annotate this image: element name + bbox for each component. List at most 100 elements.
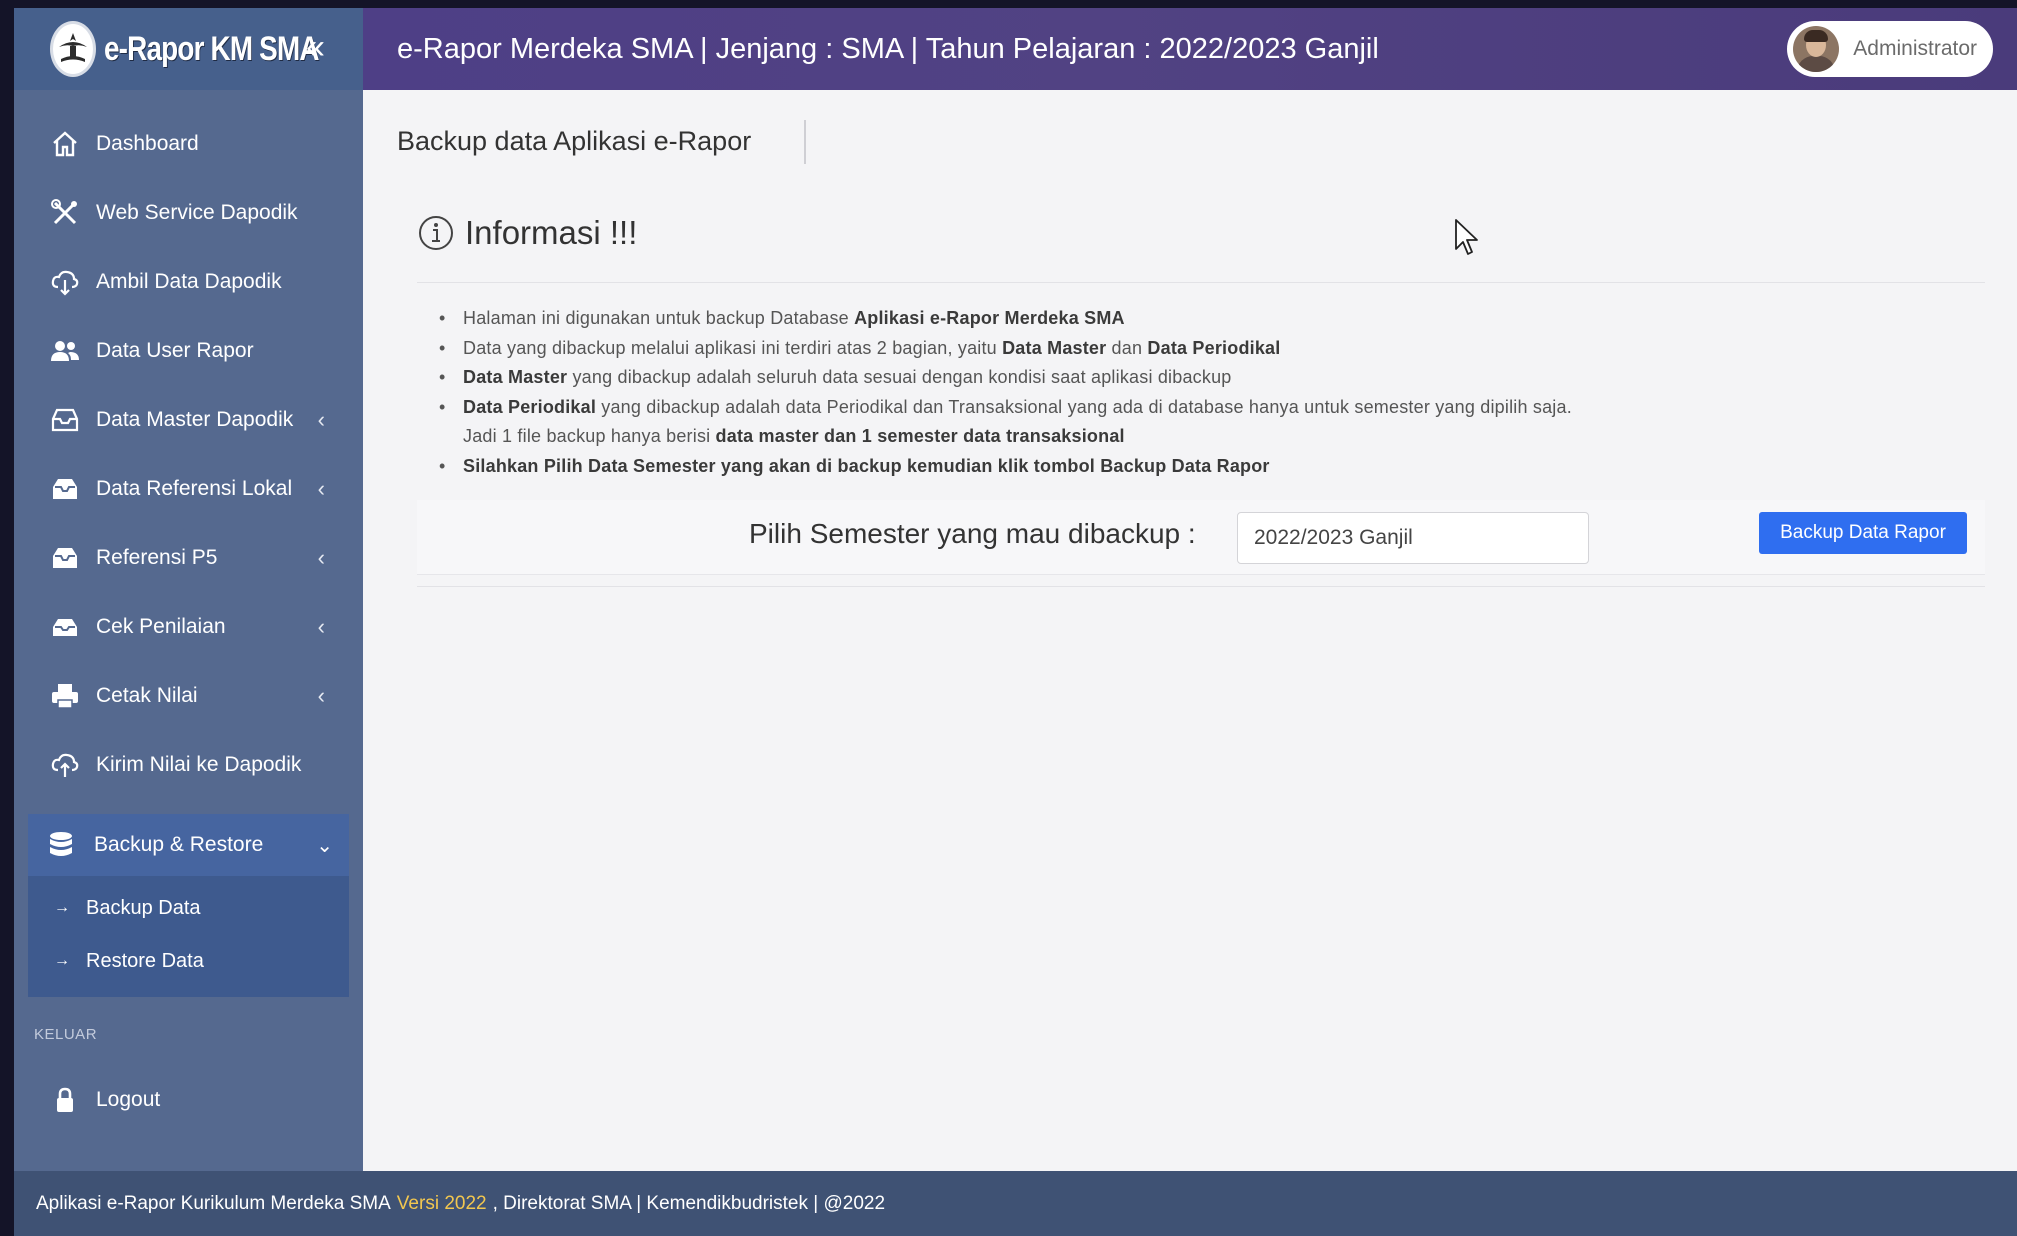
- sidebar-item-ambil-data-dapodik[interactable]: Ambil Data Dapodik: [14, 250, 363, 314]
- user-name: Administrator: [1853, 37, 1977, 60]
- sidebar-subitem-label: Restore Data: [86, 949, 204, 972]
- top-bar: e-Rapor KM SMA « e-Rapor Merdeka SMA | J…: [14, 8, 2017, 90]
- sidebar-item-label: Backup & Restore: [94, 833, 264, 856]
- tools-icon: [48, 196, 82, 230]
- divider: [417, 586, 1985, 587]
- info-list-item: • Halaman ini digunakan untuk backup Data…: [439, 304, 1979, 334]
- sidebar-item-label: Cetak Nilai: [96, 684, 198, 707]
- sidebar: Dashboard Web Service Dapodik Ambil Data…: [14, 90, 363, 1171]
- info-text: Halaman ini digunakan untuk backup Datab…: [463, 308, 855, 328]
- bullet-icon: •: [439, 367, 446, 387]
- inbox-icon: [48, 472, 82, 506]
- footer-version: Versi 2022: [396, 1192, 487, 1214]
- semester-label: Pilih Semester yang mau dibackup :: [749, 518, 1196, 549]
- info-list-item: • Silahkan Pilih Data Semester yang akan …: [439, 452, 1979, 482]
- arrow-right-icon: →: [54, 899, 70, 916]
- bullet-icon: •: [439, 308, 446, 328]
- sidebar-item-web-service-dapodik[interactable]: Web Service Dapodik: [14, 181, 363, 245]
- database-icon: [46, 828, 80, 862]
- sidebar-item-referensi-p5[interactable]: Referensi P5 ‹: [14, 526, 363, 590]
- info-bold-text: Data Periodikal: [1147, 337, 1281, 358]
- chevron-left-icon: ‹: [317, 614, 325, 639]
- chevron-left-icon: ‹: [317, 407, 325, 432]
- sidebar-item-label: Cek Penilaian: [96, 615, 226, 638]
- info-icon: [419, 216, 453, 250]
- main-content: Backup data Aplikasi e-Rapor Informasi !…: [363, 90, 2017, 1171]
- inbox-icon: [48, 610, 82, 644]
- collapse-sidebar-icon[interactable]: «: [306, 26, 325, 68]
- inbox-icon: [48, 403, 82, 437]
- info-text: yang dibackup adalah data Periodikal dan…: [596, 396, 1572, 417]
- info-bold-text: data master dan 1 semester data transaks…: [715, 426, 1125, 446]
- sidebar-item-backup-restore[interactable]: Backup & Restore ⌄: [28, 814, 349, 876]
- home-icon: [48, 127, 82, 161]
- printer-icon: [48, 679, 82, 713]
- sidebar-item-label: Kirim Nilai ke Dapodik: [96, 753, 302, 776]
- cloud-download-icon: [48, 265, 82, 299]
- backup-form: Pilih Semester yang mau dibackup : Backu…: [417, 500, 1985, 574]
- sidebar-item-label: Referensi P5: [96, 546, 218, 569]
- logo-text: e-Rapor KM SMA: [104, 29, 319, 68]
- info-bold-text: Silahkan Pilih Data Semester yang akan d…: [463, 455, 1270, 476]
- brand-area: e-Rapor KM SMA «: [14, 8, 363, 90]
- users-icon: [48, 334, 82, 368]
- sidebar-subitem-label: Backup Data: [86, 896, 201, 919]
- sidebar-item-label: Data Master Dapodik: [96, 408, 294, 431]
- chevron-left-icon: ‹: [317, 683, 325, 708]
- section-header-keluar: KELUAR: [34, 1026, 98, 1043]
- sidebar-subitem-backup-data[interactable]: → Backup Data: [28, 882, 349, 934]
- chevron-left-icon: ‹: [317, 545, 325, 570]
- info-title: Informasi !!!: [465, 214, 638, 251]
- chevron-left-icon: ‹: [317, 476, 325, 501]
- sidebar-item-label: Data User Rapor: [96, 339, 254, 362]
- sidebar-item-label: Data Referensi Lokal: [96, 477, 293, 500]
- sidebar-item-label: Web Service Dapodik: [96, 201, 298, 224]
- bullet-icon: •: [439, 455, 446, 476]
- sidebar-item-data-user-rapor[interactable]: Data User Rapor: [14, 319, 363, 383]
- divider: [417, 282, 1985, 283]
- info-bold-text: Data Periodikal: [463, 396, 597, 417]
- footer: Aplikasi e-Rapor Kurikulum Merdeka SMA V…: [14, 1171, 2017, 1236]
- user-menu[interactable]: Administrator: [1787, 21, 1993, 77]
- sidebar-item-dashboard[interactable]: Dashboard: [14, 112, 363, 176]
- lock-icon: [48, 1083, 82, 1117]
- semester-select[interactable]: [1237, 512, 1589, 564]
- info-list-item: • Data Master yang dibackup adalah seluru…: [439, 363, 1979, 393]
- sidebar-item-data-referensi-lokal[interactable]: Data Referensi Lokal ‹: [14, 457, 363, 521]
- info-list-item: • Data Periodikal yang dibackup adalah da…: [439, 393, 1979, 452]
- inbox-icon: [48, 541, 82, 575]
- sidebar-item-kirim-nilai-ke-dapodik[interactable]: Kirim Nilai ke Dapodik: [14, 733, 363, 797]
- bullet-icon: •: [439, 396, 446, 417]
- sidebar-item-cek-penilaian[interactable]: Cek Penilaian ‹: [14, 595, 363, 659]
- sidebar-subitem-restore-data[interactable]: → Restore Data: [28, 935, 349, 987]
- info-list-item: • Data yang dibackup melalui aplikasi ini…: [439, 334, 1979, 364]
- sidebar-group-backup-restore: Backup & Restore ⌄ → Backup Data → Resto…: [28, 814, 349, 997]
- info-text: yang dibackup adalah seluruh data sesuai…: [567, 367, 1232, 387]
- info-bold-text: Data Master: [463, 367, 568, 387]
- sidebar-item-logout[interactable]: Logout: [14, 1068, 363, 1132]
- mouse-cursor-icon: [1455, 219, 1478, 255]
- header-bar: e-Rapor Merdeka SMA | Jenjang : SMA | Ta…: [363, 8, 2017, 90]
- info-text: Jadi 1 file backup hanya berisi: [463, 426, 716, 446]
- page-title: Backup data Aplikasi e-Rapor: [397, 126, 752, 156]
- info-bold-text: Aplikasi e-Rapor Merdeka SMA: [854, 308, 1125, 328]
- info-bold-text: Data Master: [1002, 337, 1107, 358]
- bullet-icon: •: [439, 337, 446, 358]
- info-header: Informasi !!!: [417, 214, 637, 252]
- backup-data-rapor-button[interactable]: Backup Data Rapor: [1759, 512, 1967, 554]
- sidebar-item-cetak-nilai[interactable]: Cetak Nilai ‹: [14, 664, 363, 728]
- info-text: dan: [1106, 337, 1148, 358]
- arrow-right-icon: →: [54, 952, 70, 969]
- sidebar-item-label: Dashboard: [96, 132, 199, 155]
- title-divider: [804, 120, 806, 164]
- app-window: e-Rapor KM SMA « e-Rapor Merdeka SMA | J…: [14, 8, 2017, 1236]
- footer-credits: , Direktorat SMA | Kemendikbudristek | @…: [492, 1192, 886, 1214]
- cloud-upload-icon: [48, 748, 82, 782]
- footer-app-name: Aplikasi e-Rapor Kurikulum Merdeka SMA: [36, 1192, 391, 1214]
- avatar: [1793, 26, 1840, 72]
- tut-wuri-logo-icon: [50, 21, 96, 77]
- divider: [417, 574, 1985, 575]
- header-title: e-Rapor Merdeka SMA | Jenjang : SMA | Ta…: [397, 32, 1379, 65]
- sidebar-item-data-master-dapodik[interactable]: Data Master Dapodik ‹: [14, 388, 363, 452]
- chevron-down-icon: ⌄: [316, 834, 333, 857]
